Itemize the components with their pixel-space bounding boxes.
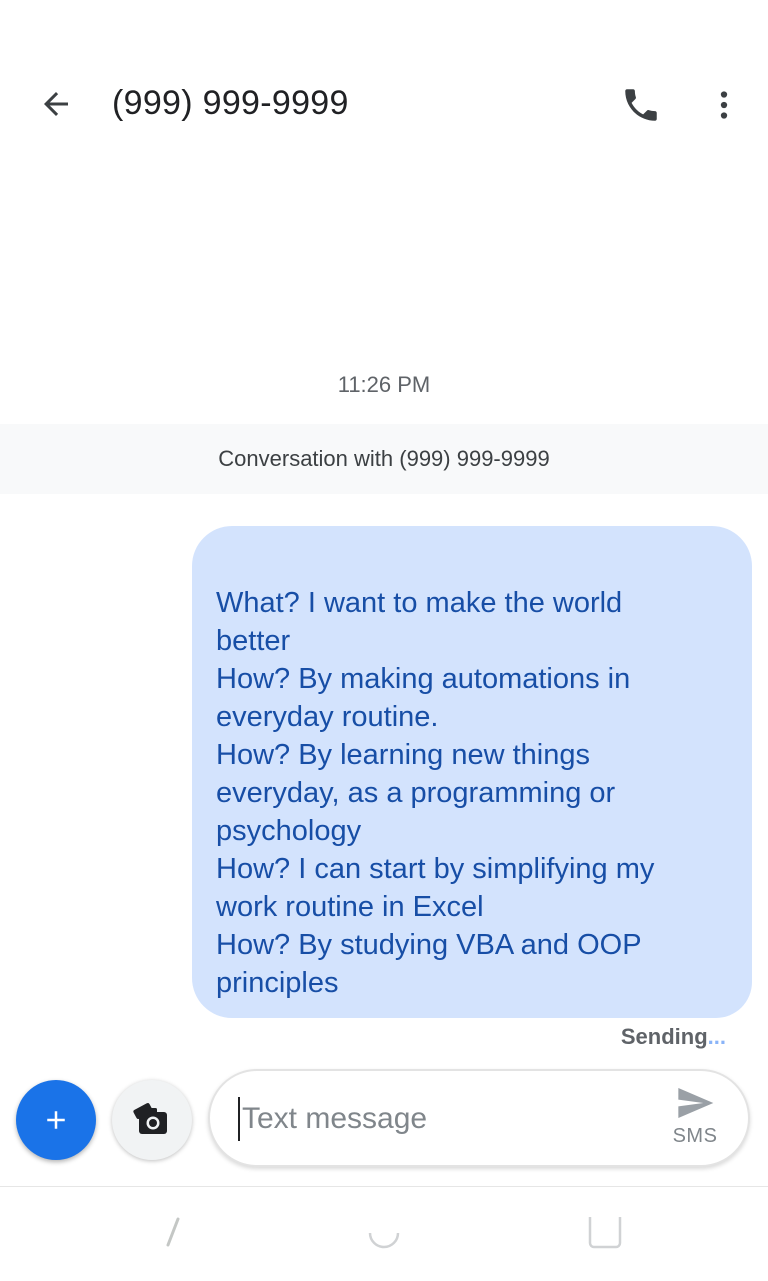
plus-icon [47, 1111, 65, 1129]
message-status: Sending... [621, 1022, 726, 1052]
send-icon [678, 1088, 714, 1118]
camera-button[interactable] [112, 1080, 192, 1160]
phone-icon [625, 89, 657, 121]
arrow-back-icon [44, 92, 68, 116]
message-line: How? By making automations in [216, 663, 631, 695]
more-options-button[interactable] [692, 74, 756, 136]
call-button[interactable] [606, 74, 676, 136]
system-nav-bar [0, 1186, 768, 1281]
message-line: psychology [216, 815, 362, 847]
send-mode-label: SMS [672, 1125, 718, 1147]
page-title: (999) 999-9999 [112, 84, 349, 122]
camera-icon [133, 1103, 167, 1134]
more-vert-icon [720, 91, 728, 119]
message-line: How? I can start by simplifying my [216, 853, 655, 885]
message-line: principles [216, 967, 339, 999]
message-line: How? By studying VBA and OOP [216, 929, 642, 961]
attach-button[interactable] [16, 1080, 96, 1160]
nav-home-icon[interactable] [362, 1211, 406, 1255]
message-timestamp: 11:26 PM [337, 372, 431, 397]
app-bar: (999) 999-9999 [0, 40, 768, 166]
message-line: How? By learning new things [216, 739, 590, 771]
conversation-banner: Conversation with (999) 999-9999 [0, 424, 768, 494]
message-line: everyday, as a programming or [216, 777, 616, 809]
back-button[interactable] [20, 72, 92, 136]
message-line: everyday routine. [216, 701, 439, 733]
message-line: What? I want to make the world [216, 587, 623, 619]
send-button[interactable]: SMS [660, 1083, 730, 1157]
outgoing-message-bubble[interactable]: What? I want to make the world better Ho… [192, 526, 752, 1018]
message-line: better [216, 625, 291, 657]
compose-field[interactable]: SMS [208, 1069, 750, 1167]
message-status-text: Sending [620, 1024, 708, 1049]
message-input[interactable] [238, 1097, 642, 1141]
sending-dots: ... [707, 1024, 726, 1049]
nav-back-icon[interactable] [150, 1209, 194, 1259]
message-line: work routine in Excel [216, 891, 484, 923]
conversation-banner-text: Conversation with (999) 999-9999 [218, 446, 550, 471]
nav-recents-icon[interactable] [580, 1209, 628, 1257]
